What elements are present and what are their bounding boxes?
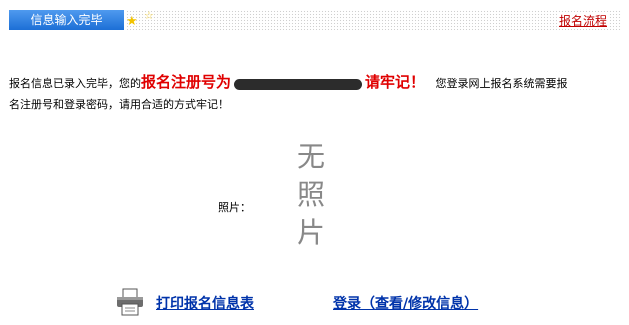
photo-placeholder-char: 片: [296, 216, 325, 249]
login-view-edit-link[interactable]: 登录（查看/修改信息）: [333, 293, 478, 313]
printer-icon[interactable]: [115, 288, 145, 316]
tab-info-complete[interactable]: 信息输入完毕: [9, 10, 124, 30]
message-text: 报名信息已录入完毕，您的: [9, 77, 141, 90]
photo-placeholder-char: 无: [296, 140, 325, 173]
photo-label: 照片：: [218, 201, 251, 214]
message-text: 名注册号和登录密码，请用合适的方式牢记！: [9, 98, 229, 111]
registration-number-label: 报名注册号为: [141, 73, 232, 91]
photo-placeholder-char: 照: [296, 178, 325, 211]
redacted-registration-number: [234, 78, 363, 90]
star-icon: ☆: [144, 9, 154, 22]
registration-flow-link[interactable]: 报名流程: [556, 12, 609, 29]
remember-notice: 请牢记！: [365, 73, 426, 91]
message-text: 您登录网上报名系统需要报: [435, 77, 568, 90]
header-bar: 信息输入完毕 ★ ☆ 报名流程: [0, 0, 629, 32]
completion-message: 报名信息已录入完毕，您的报名注册号为 请牢记！ 您登录网上报名系统需要报 名注册号…: [9, 74, 619, 113]
dotted-divider: [126, 10, 621, 30]
star-icon: ★: [126, 14, 138, 29]
photo-placeholder: 无 照 片: [296, 138, 326, 252]
print-registration-form-link[interactable]: 打印报名信息表: [156, 293, 254, 313]
